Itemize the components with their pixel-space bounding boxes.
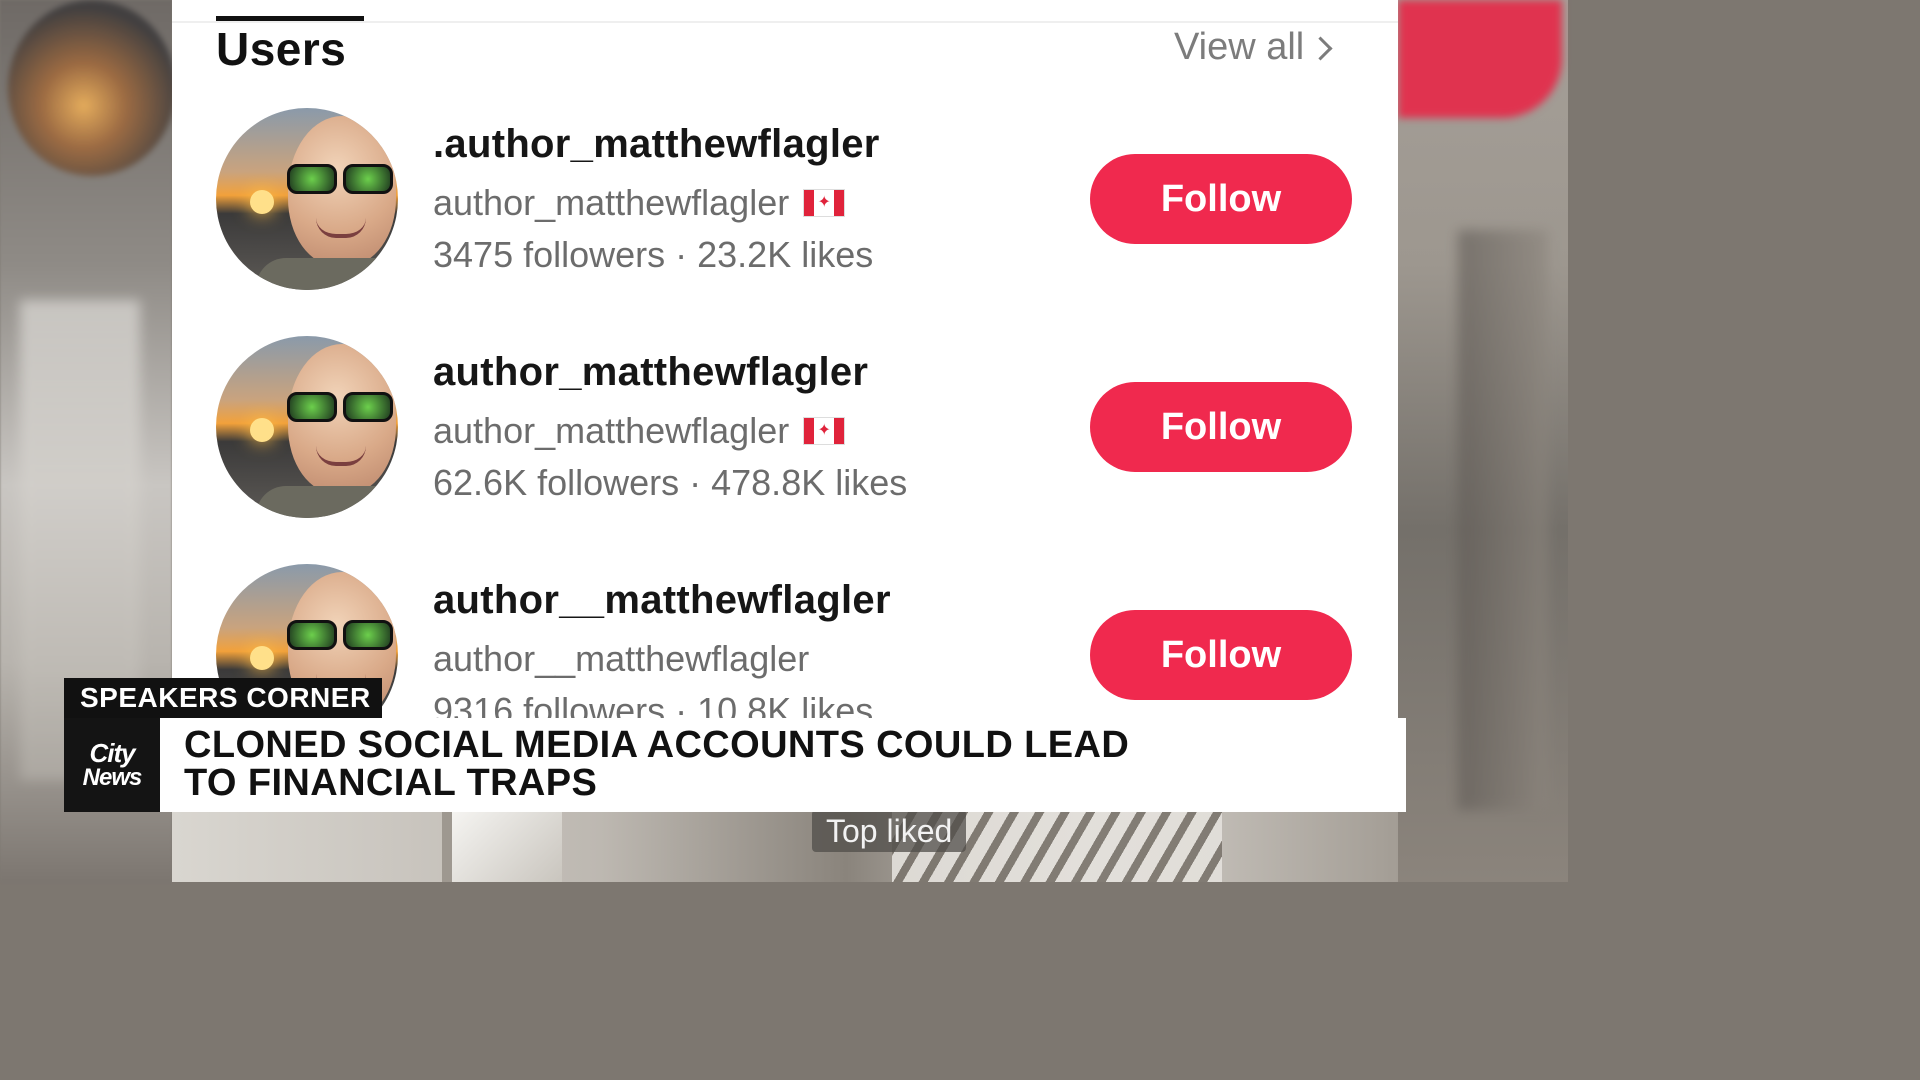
canada-flag-icon: ✦ (803, 417, 846, 445)
logo-line-1: City (89, 738, 135, 768)
headline: CLONED SOCIAL MEDIA ACCOUNTS COULD LEAD … (184, 726, 1364, 802)
section-title: Users (216, 23, 347, 75)
view-all-link[interactable]: View all (1174, 26, 1333, 69)
background-button-blur (1398, 0, 1562, 118)
user-handle: author_matthewflagler (433, 182, 790, 223)
headline-line-1: CLONED SOCIAL MEDIA ACCOUNTS COULD LEAD (184, 724, 1130, 766)
background-frame-blur (1458, 230, 1548, 810)
user-handle: author__matthewflagler (433, 638, 810, 679)
view-all-label: View all (1174, 26, 1305, 68)
segment-tag: SPEAKERS CORNER (64, 678, 382, 718)
user-list-item[interactable]: .author_matthewflagler author_matthewfla… (216, 108, 1356, 298)
citynews-logo: City News (64, 718, 160, 812)
tab-divider (172, 21, 1398, 23)
top-liked-badge: Top liked (812, 810, 967, 852)
headline-line-2: TO FINANCIAL TRAPS (184, 762, 598, 804)
user-display-name[interactable]: .author_matthewflagler (433, 122, 880, 167)
user-handle: author_matthewflagler (433, 410, 790, 451)
active-tab-indicator (216, 16, 364, 21)
user-display-name[interactable]: author__matthewflagler (433, 578, 891, 623)
user-stats: 3475 followers · 23.2K likes (433, 234, 874, 275)
avatar[interactable] (216, 336, 398, 518)
background-right-blur (1398, 0, 1568, 882)
user-list-item[interactable]: author_matthewflagler author_matthewflag… (216, 336, 1356, 526)
chevron-right-icon (1308, 36, 1333, 61)
logo-line-2: News (82, 764, 143, 791)
follow-button[interactable]: Follow (1090, 610, 1352, 700)
user-handle-row: author__matthewflagler (433, 638, 809, 680)
user-handle-row: author_matthewflagler ✦ (433, 410, 846, 452)
canada-flag-icon: ✦ (803, 189, 846, 217)
follow-button[interactable]: Follow (1090, 154, 1352, 244)
user-handle-row: author_matthewflagler ✦ (433, 182, 846, 224)
background-avatar-blur (8, 0, 176, 176)
follow-button[interactable]: Follow (1090, 382, 1352, 472)
thumbnail-window (442, 812, 562, 882)
user-display-name[interactable]: author_matthewflagler (433, 350, 868, 395)
avatar[interactable] (216, 108, 398, 290)
background-video-thumbnails (172, 812, 1398, 882)
user-stats: 62.6K followers · 478.8K likes (433, 462, 908, 503)
